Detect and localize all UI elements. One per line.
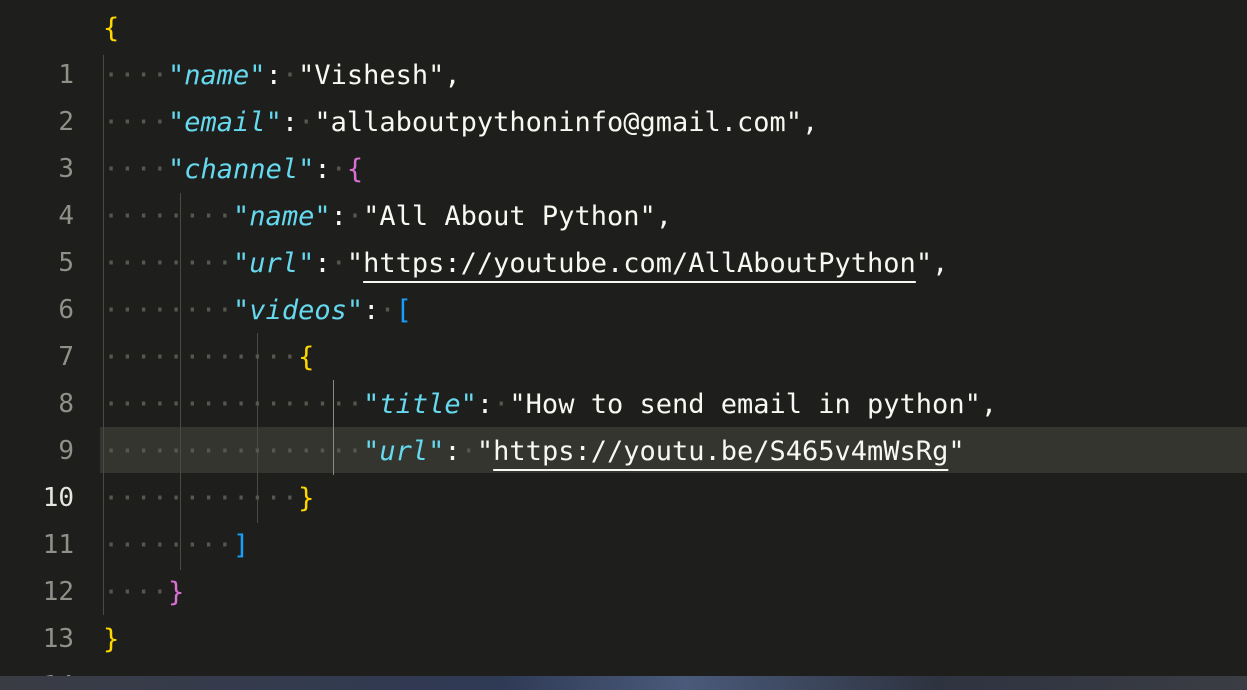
bracket-close: ] <box>233 530 250 561</box>
json-key: "channel" <box>168 154 315 185</box>
whitespace-marker: · <box>379 295 396 326</box>
brace-close: } <box>298 483 315 514</box>
line-content[interactable]: ····"name":·"Vishesh", <box>103 52 461 99</box>
code-line[interactable]: 4 ····"channel":·{ <box>0 146 1247 231</box>
json-string-quote: " <box>476 436 494 467</box>
whitespace-marker: · <box>493 389 510 420</box>
code-line[interactable]: 12 ········] <box>0 522 1247 607</box>
colon: : <box>476 389 494 420</box>
whitespace-marker: · <box>281 60 299 91</box>
url-link[interactable]: https://youtu.be/S465v4mWsRg <box>493 436 948 467</box>
whitespace-marker: ········ <box>103 295 234 326</box>
whitespace-marker: · <box>346 201 364 232</box>
colon: : <box>363 295 380 326</box>
code-line[interactable]: 6 ········"url":·"https://youtube.com/Al… <box>0 240 1247 325</box>
whitespace-marker: ········ <box>103 201 234 232</box>
colon: : <box>265 60 282 91</box>
json-key: "email" <box>168 107 282 138</box>
code-line[interactable]: 14 } <box>0 616 1247 690</box>
brace-open: { <box>103 13 120 44</box>
json-string: "allaboutpythoninfo@gmail.com" <box>314 107 803 138</box>
line-content[interactable]: ············} <box>103 475 314 522</box>
whitespace-marker: · <box>330 154 347 185</box>
colon: : <box>281 107 299 138</box>
comma: , <box>932 248 949 279</box>
json-string-quote: " <box>948 436 965 467</box>
code-editor[interactable]: 1 { 2 ····"name":·"Vishesh", 3 ····"emai… <box>0 0 1247 690</box>
whitespace-marker: ········ <box>103 530 234 561</box>
colon: : <box>330 201 347 232</box>
code-line-active[interactable]: 10 ················"url":·"https://youtu… <box>0 428 1247 513</box>
json-string-quote: " <box>346 248 364 279</box>
whitespace-marker: ················ <box>103 436 364 467</box>
code-line[interactable]: 1 { <box>0 5 1247 90</box>
colon: : <box>314 154 331 185</box>
code-line[interactable]: 7 ········"videos":·[ <box>0 287 1247 372</box>
url-link[interactable]: https://youtube.com/AllAboutPython <box>363 248 916 279</box>
brace-open: { <box>346 154 364 185</box>
whitespace-marker: ············ <box>103 342 299 373</box>
json-string: "Vishesh" <box>298 60 445 91</box>
whitespace-marker: · <box>330 248 347 279</box>
json-key: "url" <box>363 436 445 467</box>
line-content[interactable]: } <box>103 616 119 663</box>
comma: , <box>655 201 672 232</box>
brace-close: } <box>168 577 185 608</box>
code-line[interactable]: 11 ············} <box>0 475 1247 560</box>
comma: , <box>980 389 998 420</box>
line-content[interactable]: { <box>103 5 119 52</box>
comma: , <box>444 60 461 91</box>
brace-open: { <box>298 342 315 373</box>
json-key: "videos" <box>233 295 364 326</box>
code-line[interactable]: 9 ················"title":·"How to send … <box>0 381 1247 466</box>
line-content[interactable]: ········"name":·"All About Python", <box>103 193 672 240</box>
line-content[interactable]: ····"channel":·{ <box>103 146 363 193</box>
json-key: "name" <box>233 201 331 232</box>
whitespace-marker: · <box>460 436 477 467</box>
line-content[interactable]: ····} <box>103 569 184 616</box>
json-key: "name" <box>168 60 266 91</box>
bottom-edge-strip <box>0 676 1247 690</box>
line-content[interactable]: ················"title":·"How to send em… <box>103 381 997 428</box>
json-string: "How to send email in python" <box>509 389 981 420</box>
colon: : <box>444 436 461 467</box>
line-content[interactable]: ················"url":·"https://youtu.be… <box>103 428 965 475</box>
line-content[interactable]: ········] <box>103 522 249 569</box>
comma: , <box>802 107 819 138</box>
code-line[interactable]: 13 ····} <box>0 569 1247 654</box>
code-line[interactable]: 2 ····"name":·"Vishesh", <box>0 52 1247 137</box>
line-content[interactable]: ············{ <box>103 334 314 381</box>
whitespace-marker: ···· <box>103 60 169 91</box>
whitespace-marker: ············ <box>103 483 299 514</box>
whitespace-marker: · <box>298 107 315 138</box>
brace-close: } <box>103 624 120 655</box>
json-string: "All About Python" <box>363 201 656 232</box>
json-key: "url" <box>233 248 315 279</box>
line-content[interactable]: ········"videos":·[ <box>103 287 412 334</box>
line-content[interactable]: ········"url":·"https://youtube.com/AllA… <box>103 240 948 287</box>
whitespace-marker: ···· <box>103 107 169 138</box>
code-line[interactable]: 8 ············{ <box>0 334 1247 419</box>
json-key: "title" <box>363 389 477 420</box>
whitespace-marker: ················ <box>103 389 364 420</box>
line-content[interactable]: ····"email":·"allaboutpythoninfo@gmail.c… <box>103 99 818 146</box>
whitespace-marker: ········ <box>103 248 234 279</box>
bracket-open: [ <box>395 295 412 326</box>
colon: : <box>314 248 331 279</box>
whitespace-marker: ···· <box>103 577 169 608</box>
code-line[interactable]: 5 ········"name":·"All About Python", <box>0 193 1247 278</box>
json-string-quote: " <box>915 248 933 279</box>
whitespace-marker: ···· <box>103 154 169 185</box>
code-line[interactable]: 3 ····"email":·"allaboutpythoninfo@gmail… <box>0 99 1247 184</box>
